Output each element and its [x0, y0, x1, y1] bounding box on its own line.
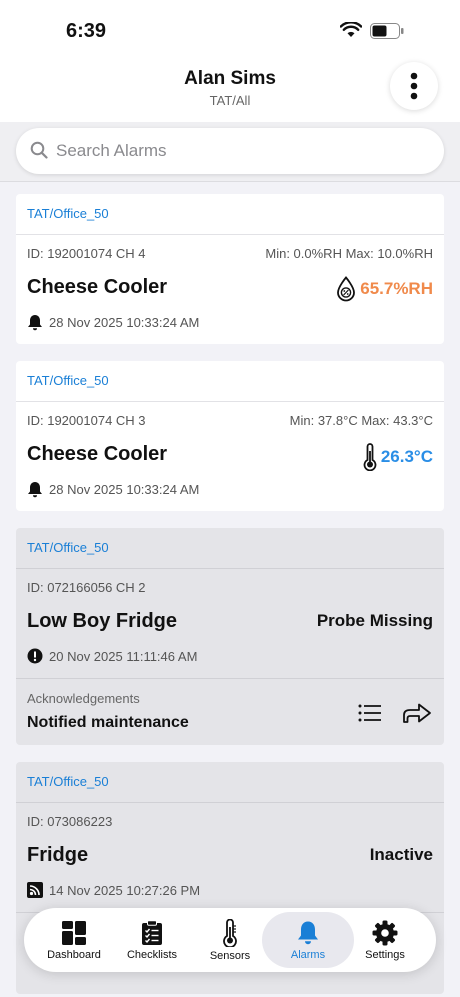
- alarm-reading: 26.3°C: [363, 443, 433, 471]
- alarm-range: Min: 37.8°C Max: 43.3°C: [289, 413, 433, 428]
- alarm-id: ID: 072166056 CH 2: [27, 580, 146, 595]
- alarm-name: Cheese Cooler: [27, 276, 168, 298]
- wifi-icon: [339, 21, 363, 43]
- alarm-id: ID: 192001074 CH 3: [27, 413, 146, 428]
- divider: [16, 802, 444, 803]
- alarm-card[interactable]: TAT/Office_50 ID: 072166056 CH 2 Low Boy…: [16, 528, 444, 745]
- bell-icon: [28, 482, 42, 498]
- alarm-time-value: 28 Nov 2025 10:33:24 AM: [49, 482, 200, 497]
- status-bar: 6:39: [0, 0, 460, 56]
- tab-checklists[interactable]: Checklists: [111, 912, 193, 968]
- tab-bar: Dashboard Checklists Sensors Alarms Sett…: [24, 908, 436, 972]
- alarm-id: ID: 192001074 CH 4: [27, 246, 146, 261]
- alarm-card[interactable]: TAT/Office_50 ID: 192001074 CH 4 Min: 0.…: [16, 194, 444, 344]
- alarm-location-link[interactable]: TAT/Office_50: [27, 206, 109, 221]
- thermometer-icon: [223, 918, 237, 947]
- tab-label: Alarms: [290, 948, 326, 961]
- more-menu-button[interactable]: [390, 62, 438, 110]
- more-vertical-icon: [410, 72, 418, 100]
- signal-icon: [27, 882, 43, 898]
- header: Alan Sims TAT/All: [0, 56, 460, 122]
- search-placeholder: Search Alarms: [56, 141, 167, 160]
- alarm-reading-value: 65.7%RH: [360, 279, 433, 298]
- dashboard-icon: [62, 920, 86, 945]
- list-button[interactable]: [358, 704, 382, 727]
- alarm-range: Min: 0.0%RH Max: 10.0%RH: [265, 246, 433, 261]
- alarm-time: 20 Nov 2025 11:11:46 AM: [27, 648, 197, 664]
- alarm-location-link[interactable]: TAT/Office_50: [27, 373, 109, 388]
- alarm-status: Probe Missing: [316, 611, 433, 630]
- alarm-name: Fridge: [27, 844, 89, 866]
- alarm-time: 28 Nov 2025 10:33:24 AM: [27, 481, 199, 498]
- divider: [16, 568, 444, 569]
- tab-alarms[interactable]: Alarms: [262, 912, 354, 968]
- alarm-reading: 65.7%RH: [336, 276, 433, 302]
- exclamation-icon: [27, 648, 43, 664]
- divider: [16, 401, 444, 402]
- tab-label: Sensors: [209, 949, 251, 962]
- forward-icon: [403, 703, 431, 723]
- forward-button[interactable]: [402, 702, 432, 729]
- alarm-location-link[interactable]: TAT/Office_50: [27, 774, 109, 789]
- alarm-time-value: 20 Nov 2025 11:11:46 AM: [49, 648, 198, 664]
- alarm-name: Low Boy Fridge: [27, 610, 177, 632]
- alarm-time: 14 Nov 2025 10:27:26 PM: [27, 882, 200, 898]
- thermometer-icon: [363, 443, 377, 471]
- status-time: 6:39: [66, 20, 107, 42]
- tab-label: Settings: [365, 948, 405, 961]
- bell-icon: [28, 315, 42, 331]
- divider: [16, 678, 444, 679]
- search-input[interactable]: Search Alarms: [16, 128, 444, 174]
- divider: [16, 234, 444, 235]
- acknowledgement-value: Notified maintenance: [27, 714, 189, 731]
- checklist-icon: [142, 919, 162, 945]
- tab-sensors[interactable]: Sensors: [189, 912, 271, 968]
- acknowledgement-actions: [358, 702, 432, 729]
- tab-label: Dashboard: [47, 948, 101, 961]
- alarm-reading-value: 26.3°C: [380, 447, 433, 466]
- alarm-location-link[interactable]: TAT/Office_50: [27, 540, 109, 555]
- battery-icon: [370, 23, 404, 44]
- alarm-name: Cheese Cooler: [27, 443, 168, 465]
- bell-icon: [298, 921, 318, 944]
- gear-icon: [372, 920, 398, 945]
- list-icon: [358, 704, 381, 722]
- search-icon: [30, 141, 48, 164]
- alarm-time-value: 14 Nov 2025 10:27:26 PM: [49, 882, 201, 898]
- alarm-card[interactable]: TAT/Office_50 ID: 192001074 CH 3 Min: 37…: [16, 361, 444, 511]
- tab-dashboard[interactable]: Dashboard: [33, 912, 115, 968]
- humidity-icon: [337, 276, 356, 302]
- tab-label: Checklists: [126, 948, 178, 961]
- search-bar: Search Alarms: [0, 122, 460, 182]
- acknowledgements-label: Acknowledgements: [27, 691, 140, 706]
- alarm-time: 28 Nov 2025 10:33:24 AM: [27, 314, 199, 331]
- alarm-time-value: 28 Nov 2025 10:33:24 AM: [49, 315, 200, 330]
- alarm-id: ID: 073086223: [27, 814, 113, 829]
- tab-settings[interactable]: Settings: [344, 912, 426, 968]
- alarm-status: Inactive: [369, 845, 433, 864]
